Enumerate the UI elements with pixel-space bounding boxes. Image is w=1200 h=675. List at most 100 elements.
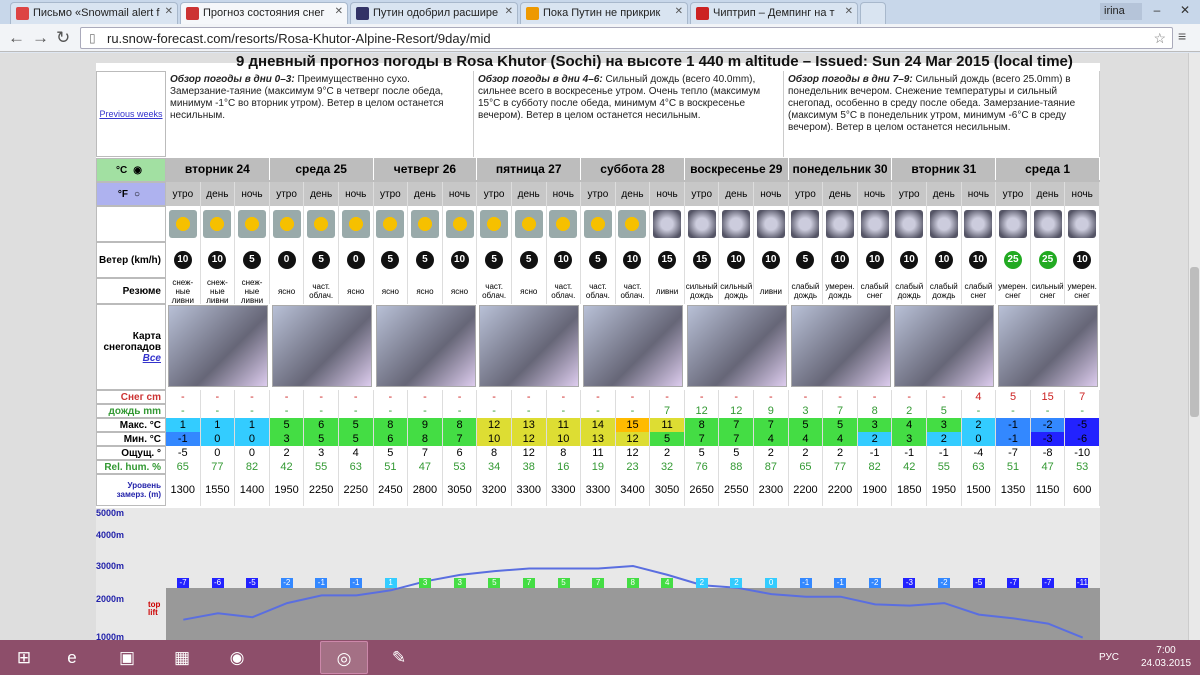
map-label-cell: Карта снегопадов Все	[96, 304, 166, 390]
period-label: ночь	[235, 182, 270, 206]
tab-2[interactable]: Прогноз состояния снег ✕	[180, 2, 348, 24]
freezing-level-chart: 5000m 4000m 3000m 2000m top lift 1000m -…	[96, 508, 1100, 640]
new-tab-button[interactable]	[860, 2, 886, 24]
rain-cell: 12	[685, 404, 720, 418]
sun-icon	[687, 210, 716, 238]
back-icon[interactable]: ←	[8, 28, 25, 48]
close-window-icon[interactable]: ✕	[1170, 0, 1200, 20]
summary-cell: ясно	[408, 278, 443, 304]
wind-label: Ветер (km/h)	[96, 242, 166, 278]
star-icon[interactable]: ☆	[1153, 30, 1166, 47]
reload-icon[interactable]: ↻	[56, 28, 70, 48]
period-label: утро	[166, 182, 201, 206]
max-row: Макс. °C 1 1 1 5 6 5 8 9 8 12 13 11 14 15 11 8 7 7 5 5 3 4 3 2 -1…	[96, 418, 1100, 432]
snowfall-map[interactable]	[583, 305, 684, 387]
min-cell: 6	[373, 432, 409, 446]
overview-block: Обзор погоды в дни 7–9: Сильный дождь (в…	[784, 71, 1100, 157]
minimize-icon[interactable]: –	[1142, 0, 1172, 20]
snowfall-map[interactable]	[479, 305, 580, 387]
close-icon[interactable]: ✕	[505, 6, 513, 17]
hum-cell: 32	[650, 460, 685, 474]
max-cell: 7	[754, 418, 789, 432]
unit-f-toggle[interactable]: °F ○	[96, 182, 166, 206]
ie-icon[interactable]: e	[48, 641, 96, 674]
weather-icon-cell	[1031, 206, 1066, 242]
snowfall-map[interactable]	[271, 305, 372, 387]
feel-cell: 5	[719, 446, 755, 460]
hum-cell: 51	[374, 460, 409, 474]
clock-time: 7:00	[1156, 645, 1176, 656]
menu-icon[interactable]: ≡	[1178, 28, 1186, 44]
weather-icon-cell	[270, 206, 305, 242]
close-icon[interactable]: ✕	[165, 6, 173, 17]
snowfall-map[interactable]	[894, 305, 995, 387]
min-cell: 0	[961, 432, 997, 446]
summary-cell: ясно	[443, 278, 478, 304]
scrollbar[interactable]	[1188, 53, 1200, 640]
language-indicator[interactable]: РУС	[1099, 652, 1119, 663]
day-header: вторник 24	[166, 158, 270, 180]
scrollbar-thumb[interactable]	[1190, 267, 1199, 417]
unit-c-toggle[interactable]: °C ◉	[96, 158, 166, 182]
tab-1[interactable]: Письмо «Snowmail alert f ✕	[10, 2, 178, 24]
tab-4[interactable]: Пока Путин не прикрик ✕	[520, 2, 688, 24]
forward-icon[interactable]: →	[32, 28, 49, 48]
freeze-flag: -2	[280, 578, 293, 588]
radio-icon[interactable]: ○	[134, 189, 140, 200]
weather-icon-cell	[962, 206, 997, 242]
snowfall-map[interactable]	[375, 305, 476, 387]
min-cell: 10	[477, 432, 512, 446]
hum-cell: 34	[477, 460, 512, 474]
weather-icon-cell	[374, 206, 409, 242]
snowfall-map[interactable]	[168, 305, 268, 387]
wind-cell: 10	[616, 242, 651, 278]
freeze-cell: 3300	[581, 474, 616, 506]
wind-badge: 10	[173, 251, 192, 269]
snowfall-map[interactable]	[790, 305, 891, 387]
all-maps-link[interactable]: Все	[143, 353, 161, 364]
freeze-flag: -6	[211, 578, 224, 588]
feel-cell: -1	[858, 446, 893, 460]
feel-cell: 2	[754, 446, 789, 460]
freeze-flag: -1	[799, 578, 812, 588]
level-label: 2000m	[96, 594, 125, 604]
url-text[interactable]: ru.snow-forecast.com/resorts/Rosa-Khutor…	[107, 31, 491, 46]
radio-icon[interactable]: ◉	[133, 165, 142, 176]
explorer-icon[interactable]: ▣	[103, 641, 151, 674]
news-icon	[356, 7, 369, 20]
freeze-flag: -1	[834, 578, 847, 588]
rain-cell: -	[374, 404, 409, 418]
chrome-icon[interactable]: ◎	[320, 641, 368, 674]
wind-cell: 5	[581, 242, 616, 278]
tab-5[interactable]: Чиптрип – Демпинг на т ✕	[690, 2, 858, 24]
wind-cell: 10	[201, 242, 236, 278]
snowfall-map[interactable]	[686, 305, 787, 387]
paint-icon[interactable]: ✎	[375, 641, 423, 674]
media-icon[interactable]: ◉	[213, 641, 261, 674]
freeze-cell: 1900	[858, 474, 893, 506]
close-icon[interactable]: ✕	[335, 6, 343, 17]
summary-cell: слабый дождь	[789, 278, 824, 304]
tab-title: Письмо «Snowmail alert f	[33, 7, 160, 19]
rain-cell: -	[235, 404, 270, 418]
snow-cell: -	[270, 390, 305, 404]
icon-row	[96, 206, 1100, 242]
max-cell: 8	[373, 418, 409, 432]
close-icon[interactable]: ✕	[675, 6, 683, 17]
hum-cell: 53	[1065, 460, 1100, 474]
overview-block: Обзор погоды в дни 0–3: Преимущественно …	[166, 71, 474, 157]
address-bar[interactable]: ▯ ru.snow-forecast.com/resorts/Rosa-Khut…	[80, 27, 1173, 49]
start-icon[interactable]: ⊞	[0, 641, 48, 674]
user-badge[interactable]: irina	[1100, 3, 1142, 20]
weather-icon-cell	[443, 206, 478, 242]
tab-3[interactable]: Путин одобрил расшире ✕	[350, 2, 518, 24]
store-icon[interactable]: ▦	[158, 641, 206, 674]
snowfall-map[interactable]	[998, 305, 1099, 387]
clock[interactable]: 7:00 24.03.2015	[1136, 644, 1196, 670]
close-icon[interactable]: ✕	[845, 6, 853, 17]
snow-cell: -	[443, 390, 478, 404]
previous-weeks-link[interactable]: Previous weeks	[99, 109, 162, 119]
rain-row: дождь mm - - - - - - - - - - - - - -7 12 12 9 3 7 8 2 5- - - -	[96, 404, 1100, 418]
snow-cell: -	[858, 390, 893, 404]
feel-cell: -8	[1031, 446, 1066, 460]
